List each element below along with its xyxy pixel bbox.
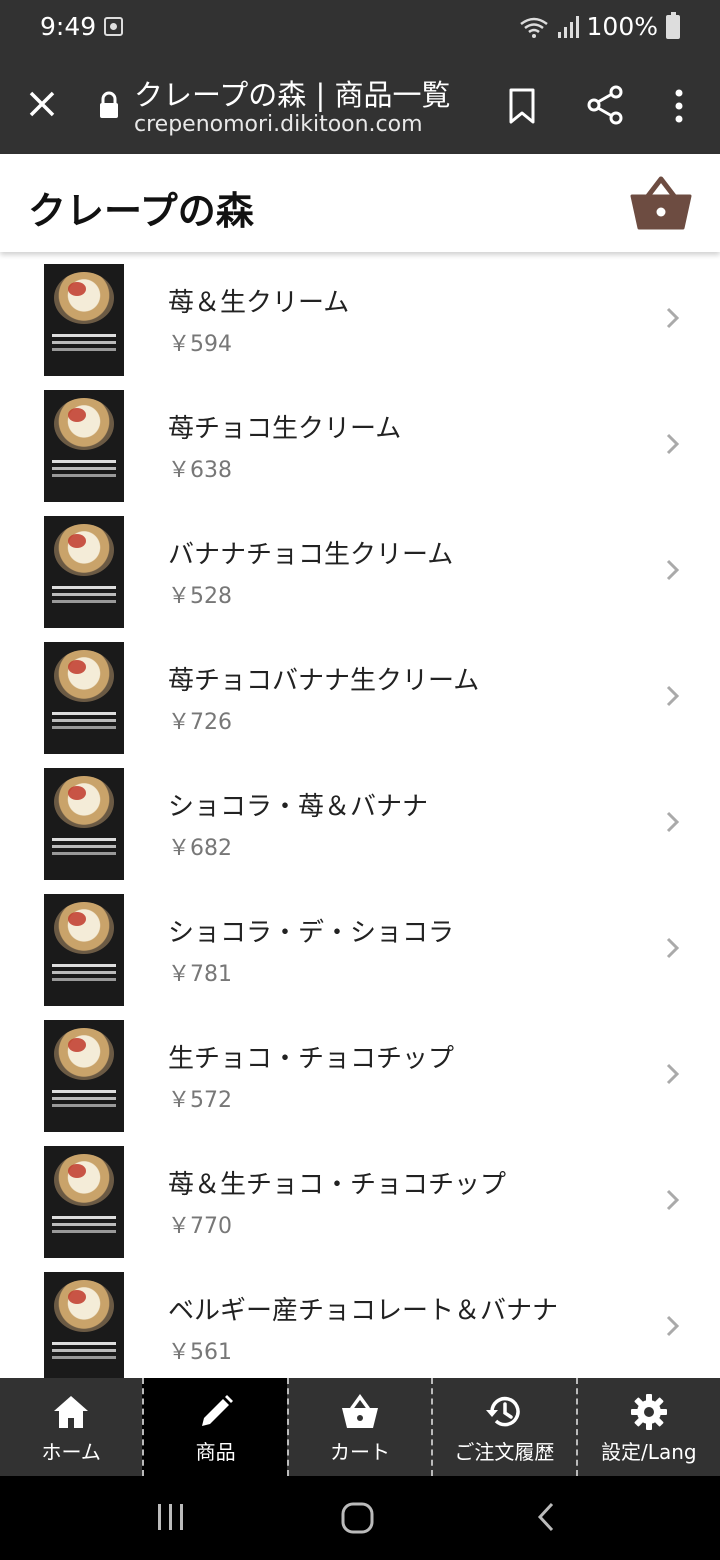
product-price: ￥572 xyxy=(168,1088,232,1113)
product-price: ￥726 xyxy=(168,710,232,735)
chevron-right-icon xyxy=(666,1063,680,1085)
signal-icon xyxy=(557,15,579,38)
product-name: 生チョコ・チョコチップ xyxy=(168,1044,455,1074)
nav-tab-products[interactable]: 商品 xyxy=(142,1378,287,1476)
nav-label: ご注文履歴 xyxy=(454,1440,555,1464)
basket-icon xyxy=(342,1394,379,1428)
product-thumbnail xyxy=(44,390,124,502)
product-price: ￥770 xyxy=(168,1214,232,1239)
product-list-item[interactable]: 苺＆生チョコ・チョコチップ ￥770 xyxy=(0,1134,720,1260)
more-options-icon[interactable] xyxy=(670,88,688,124)
chevron-right-icon xyxy=(666,307,680,329)
product-list-item[interactable]: ショコラ・デ・ショコラ ￥781 xyxy=(0,882,720,1008)
nav-label: カート xyxy=(330,1440,391,1464)
chevron-right-icon xyxy=(666,685,680,707)
status-bar: 9:49 100% xyxy=(0,0,720,56)
app-header: クレープの森 xyxy=(0,154,720,252)
nav-tab-cart[interactable]: カート xyxy=(286,1378,431,1476)
product-list-item[interactable]: 苺チョコ生クリーム ￥638 xyxy=(0,378,720,504)
product-price: ￥781 xyxy=(168,962,232,987)
lock-icon xyxy=(100,91,118,118)
chevron-right-icon xyxy=(666,1315,680,1337)
basket-icon[interactable] xyxy=(630,174,692,232)
product-name: ショコラ・苺＆バナナ xyxy=(168,792,429,822)
notification-app-icon xyxy=(104,17,123,36)
product-list-item[interactable]: 苺チョコバナナ生クリーム ￥726 xyxy=(0,630,720,756)
bookmark-icon[interactable] xyxy=(506,86,538,126)
product-name: 苺チョコ生クリーム xyxy=(168,414,402,444)
product-name: 苺＆生クリーム xyxy=(168,288,350,318)
product-name: ショコラ・デ・ショコラ xyxy=(168,918,455,948)
product-thumbnail xyxy=(44,1020,124,1132)
product-price: ￥561 xyxy=(168,1340,232,1365)
product-name: 苺チョコバナナ生クリーム xyxy=(168,666,480,696)
product-name: バナナチョコ生クリーム xyxy=(168,540,454,570)
chevron-right-icon xyxy=(666,1189,680,1211)
system-navigation-bar xyxy=(0,1476,720,1560)
chevron-right-icon xyxy=(666,433,680,455)
product-name: 苺＆生チョコ・チョコチップ xyxy=(168,1170,507,1200)
home-button-icon[interactable] xyxy=(340,1500,376,1536)
recent-apps-icon[interactable] xyxy=(156,1500,186,1534)
product-thumbnail xyxy=(44,642,124,754)
bottom-navigation: ホーム 商品 カート ご注文履歴 設定/Lang xyxy=(0,1378,720,1476)
product-thumbnail xyxy=(44,516,124,628)
browser-page-title[interactable]: クレープの森 | 商品一覧 xyxy=(134,72,450,114)
chevron-right-icon xyxy=(666,559,680,581)
nav-tab-order-history[interactable]: ご注文履歴 xyxy=(431,1378,575,1476)
back-icon[interactable] xyxy=(534,1500,558,1534)
product-thumbnail xyxy=(44,1146,124,1258)
pencil-icon xyxy=(201,1395,233,1426)
product-price: ￥682 xyxy=(168,836,232,861)
product-price: ￥528 xyxy=(168,584,232,609)
product-thumbnail xyxy=(44,894,124,1006)
product-thumbnail xyxy=(44,1272,124,1378)
share-icon[interactable] xyxy=(586,84,624,126)
close-icon[interactable] xyxy=(22,84,62,124)
nav-label: 設定/Lang xyxy=(601,1440,697,1464)
home-icon xyxy=(54,1396,89,1428)
product-list-item[interactable]: 苺＆生クリーム ￥594 xyxy=(0,252,720,378)
wifi-icon xyxy=(519,17,548,38)
browser-toolbar: クレープの森 | 商品一覧 crepenomori.dikitoon.com xyxy=(0,56,720,154)
product-name: ベルギー産チョコレート＆バナナ xyxy=(168,1296,559,1326)
site-title[interactable]: クレープの森 xyxy=(28,180,254,235)
battery-icon xyxy=(666,11,680,39)
product-list-item[interactable]: ショコラ・苺＆バナナ ￥682 xyxy=(0,756,720,882)
product-thumbnail xyxy=(44,264,124,376)
history-icon xyxy=(486,1396,521,1427)
product-list-item[interactable]: 生チョコ・チョコチップ ￥572 xyxy=(0,1008,720,1134)
product-thumbnail xyxy=(44,768,124,880)
nav-label: 商品 xyxy=(195,1440,236,1464)
nav-label: ホーム xyxy=(41,1440,101,1464)
nav-tab-home[interactable]: ホーム xyxy=(0,1378,142,1476)
product-price: ￥638 xyxy=(168,458,232,483)
chevron-right-icon xyxy=(666,937,680,959)
chevron-right-icon xyxy=(666,811,680,833)
status-indicators: 100% xyxy=(519,11,680,41)
product-list: 苺＆生クリーム ￥594 苺チョコ生クリーム ￥638 バナナチョコ生クリーム ￥528 苺… xyxy=(0,252,720,1378)
nav-tab-settings[interactable]: 設定/Lang xyxy=(575,1378,720,1476)
gear-icon xyxy=(630,1394,667,1430)
browser-url[interactable]: crepenomori.dikitoon.com xyxy=(134,112,423,137)
product-list-item[interactable]: ベルギー産チョコレート＆バナナ ￥561 xyxy=(0,1260,720,1378)
status-time: 9:49 xyxy=(40,12,97,41)
product-price: ￥594 xyxy=(168,332,232,357)
product-list-item[interactable]: バナナチョコ生クリーム ￥528 xyxy=(0,504,720,630)
battery-percentage: 100% xyxy=(586,12,658,41)
